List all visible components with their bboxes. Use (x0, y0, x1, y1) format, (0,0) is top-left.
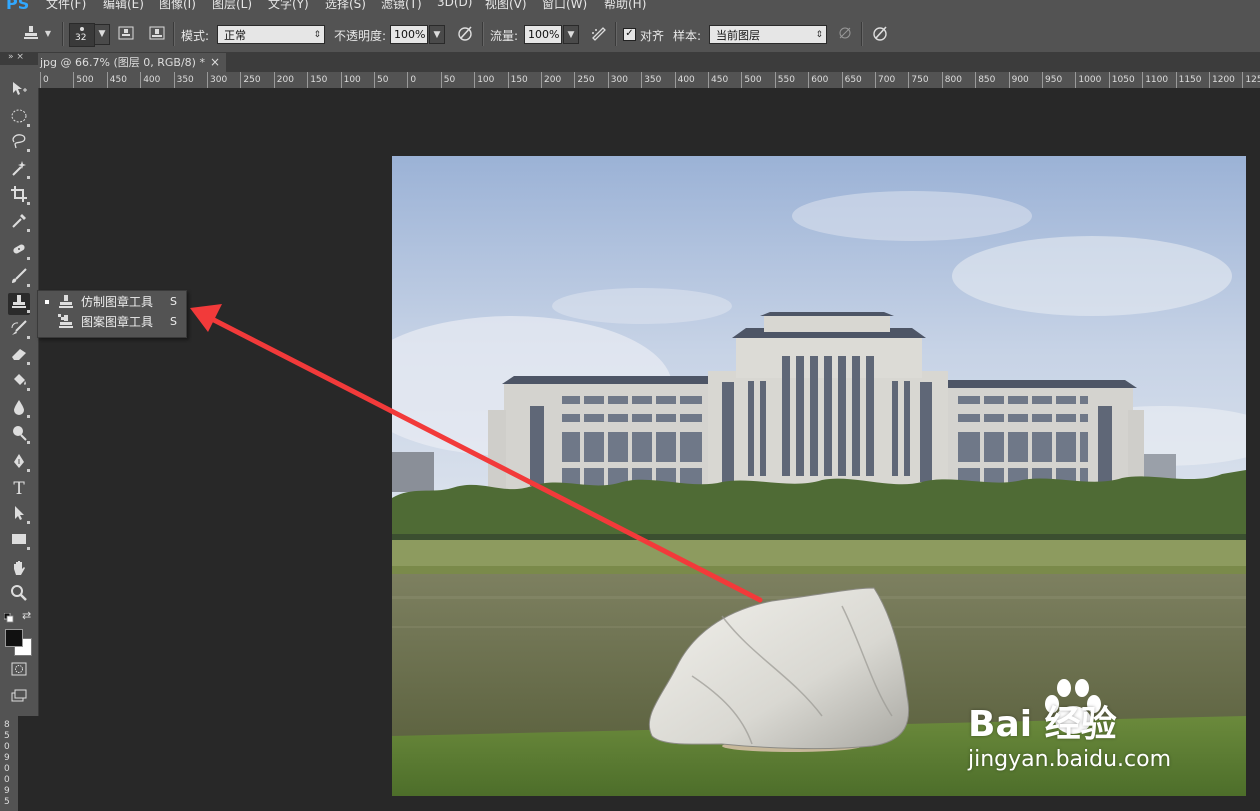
flyout-item-shortcut: S (170, 315, 177, 328)
clone-stamp-icon (58, 294, 74, 310)
flyout-item-shortcut: S (170, 295, 177, 308)
watermark-url: jingyan.baidu.com (968, 747, 1172, 772)
flyout-item-label: 仿制图章工具 (81, 295, 154, 309)
flyout-item-clone-stamp[interactable]: 仿制图章工具 S (38, 292, 186, 312)
stamp-tool-flyout: 仿制图章工具 S 图案图章工具 S (37, 290, 187, 338)
flyout-item-label: 图案图章工具 (81, 315, 154, 329)
watermark-brand: Bai 经验 (968, 704, 1117, 745)
selected-bullet-icon (45, 300, 49, 304)
pattern-stamp-icon (58, 314, 74, 330)
flyout-item-pattern-stamp[interactable]: 图案图章工具 S (38, 312, 186, 332)
